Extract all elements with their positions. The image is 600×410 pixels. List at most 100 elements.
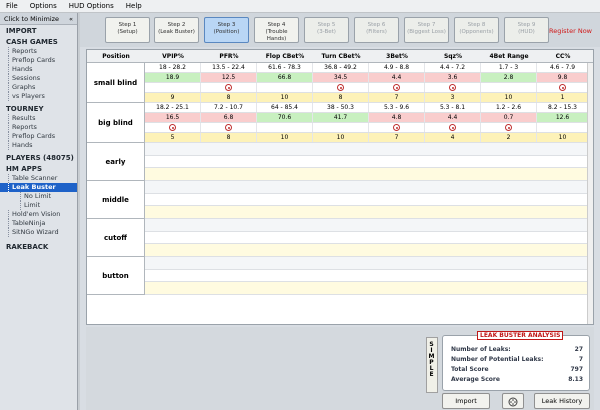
- leak-warning-icon[interactable]: [449, 124, 456, 131]
- step-2-button[interactable]: Step 2 (Leak Buster): [154, 17, 199, 43]
- menu-hud-options[interactable]: HUD Options: [69, 2, 114, 10]
- big-blind-flop-cbet-count: 10: [257, 133, 313, 142]
- big-blind-sqz-value[interactable]: 4.4: [425, 113, 481, 122]
- register-now-link[interactable]: Register Now: [549, 27, 592, 35]
- settings-button[interactable]: [502, 393, 524, 409]
- position-grid: Position VPIP% PFR% Flop CBet% Turn CBet…: [86, 49, 594, 325]
- leak-warning-icon[interactable]: [225, 124, 232, 131]
- small-blind-sqz-value[interactable]: 3.6: [425, 73, 481, 82]
- leak-warning-icon[interactable]: [337, 84, 344, 91]
- col-header-3bet[interactable]: 3Bet%: [369, 50, 425, 63]
- sidebar-item-sitngo-wizard[interactable]: SitNGo Wizard: [0, 228, 77, 237]
- col-header-pfr[interactable]: PFR%: [201, 50, 257, 63]
- big-blind-sqz-range: 5.3 - 8.1: [425, 103, 481, 112]
- leak-warning-icon[interactable]: [393, 124, 400, 131]
- sidebar-rakeback[interactable]: RAKEBACK: [0, 241, 77, 252]
- sidebar-item-tourney-preflop-cards[interactable]: Preflop Cards: [0, 132, 77, 141]
- col-header-position[interactable]: Position: [87, 50, 145, 63]
- sidebar-item-cash-vs-players[interactable]: vs Players: [0, 92, 77, 101]
- small-blind-cc-value[interactable]: 9.8: [537, 73, 589, 82]
- sidebar-item-tableninja[interactable]: TableNinja: [0, 219, 77, 228]
- small-blind-pfr-range: 13.5 - 22.4: [201, 63, 257, 72]
- small-blind-range-row: 18 - 28.2 13.5 - 22.4 61.6 - 78.3 36.8 -…: [145, 63, 593, 73]
- middle-row-1: [145, 181, 593, 194]
- sidebar-players[interactable]: PLAYERS (48075): [0, 152, 77, 163]
- leak-warning-icon[interactable]: [225, 84, 232, 91]
- step-1-button[interactable]: Step 1 (Setup): [105, 17, 150, 43]
- leak-warning-icon[interactable]: [449, 84, 456, 91]
- sidebar-item-cash-graphs[interactable]: Graphs: [0, 83, 77, 92]
- grid-scrollbar[interactable]: [587, 63, 593, 324]
- sidebar-item-cash-hands[interactable]: Hands: [0, 65, 77, 74]
- average-score-value: 8.13: [568, 376, 583, 383]
- early-row-2: [145, 156, 593, 168]
- simple-toggle[interactable]: SIMPLE: [426, 337, 438, 393]
- small-blind-3bet-value[interactable]: 4.4: [369, 73, 425, 82]
- step-8-button[interactable]: Step 8 (Opponents): [454, 17, 499, 43]
- leak-warning-icon[interactable]: [393, 84, 400, 91]
- sidebar-tourney[interactable]: TOURNEY: [0, 103, 77, 114]
- sidebar-item-cash-preflop-cards[interactable]: Preflop Cards: [0, 56, 77, 65]
- sidebar-hm-apps[interactable]: HM APPS: [0, 163, 77, 174]
- import-button[interactable]: Import: [442, 393, 490, 409]
- step-4-button[interactable]: Step 4 (Trouble Hands): [254, 17, 299, 43]
- col-header-flop-cbet[interactable]: Flop CBet%: [257, 50, 313, 63]
- small-blind-4bet-value[interactable]: 2.8: [481, 73, 537, 82]
- sidebar-item-limit[interactable]: Limit: [0, 201, 77, 210]
- step-8-number: Step 8: [467, 22, 486, 28]
- small-blind-flop-cbet-value[interactable]: 66.8: [257, 73, 313, 82]
- big-blind-pfr-count: 8: [201, 133, 257, 142]
- big-blind-turn-cbet-value[interactable]: 41.7: [313, 113, 369, 122]
- sidebar-import[interactable]: IMPORT: [0, 25, 77, 36]
- menu-file[interactable]: File: [6, 2, 18, 10]
- big-blind-flop-cbet-value[interactable]: 70.6: [257, 113, 313, 122]
- col-header-turn-cbet[interactable]: Turn CBet%: [313, 50, 369, 63]
- big-blind-cc-value[interactable]: 12.6: [537, 113, 589, 122]
- menu-help[interactable]: Help: [126, 2, 142, 10]
- leak-buster-analysis-panel: LEAK BUSTER ANALYSIS Number of Leaks: 27 …: [442, 331, 590, 391]
- leak-history-button[interactable]: Leak History: [534, 393, 590, 409]
- big-blind-pfr-value[interactable]: 6.8: [201, 113, 257, 122]
- sidebar-item-holdem-vision[interactable]: Hold'em Vision: [0, 210, 77, 219]
- col-header-sqz[interactable]: Sqz%: [425, 50, 481, 63]
- sidebar-item-tourney-hands[interactable]: Hands: [0, 141, 77, 150]
- button-row-1: [145, 257, 593, 270]
- sidebar-item-no-limit[interactable]: No Limit: [0, 192, 77, 201]
- small-blind-turn-cbet-value[interactable]: 34.5: [313, 73, 369, 82]
- col-header-cc[interactable]: CC%: [537, 50, 589, 63]
- leak-warning-icon[interactable]: [169, 124, 176, 131]
- sidebar-item-leak-buster[interactable]: Leak Buster: [0, 183, 77, 192]
- big-blind-4bet-value[interactable]: 0.7: [481, 113, 537, 122]
- small-blind-pfr-value[interactable]: 12.5: [201, 73, 257, 82]
- big-blind-range-row: 18.2 - 25.1 7.2 - 10.7 64 - 85.4 38 - 50…: [145, 103, 593, 113]
- small-blind-vpip-value[interactable]: 18.9: [145, 73, 201, 82]
- step-6-button[interactable]: Step 6 (Filters): [354, 17, 399, 43]
- col-header-4bet-range[interactable]: 4Bet Range: [481, 50, 537, 63]
- leak-warning-icon[interactable]: [559, 84, 566, 91]
- step-6-number: Step 6: [367, 22, 386, 28]
- minimize-bar[interactable]: Click to Minimize «: [0, 13, 77, 25]
- middle-row-2: [145, 194, 593, 206]
- col-header-vpip[interactable]: VPIP%: [145, 50, 201, 63]
- sidebar-item-table-scanner[interactable]: Table Scanner: [0, 174, 77, 183]
- chevron-left-icon[interactable]: «: [69, 15, 73, 23]
- sidebar-item-tourney-reports[interactable]: Reports: [0, 123, 77, 132]
- row-label-early: early: [87, 143, 145, 181]
- sidebar-item-cash-reports[interactable]: Reports: [0, 47, 77, 56]
- big-blind-3bet-value[interactable]: 4.8: [369, 113, 425, 122]
- step-7-button[interactable]: Step 7 (Biggest Loss): [404, 17, 449, 43]
- big-blind-vpip-value[interactable]: 16.5: [145, 113, 201, 122]
- menu-options[interactable]: Options: [30, 2, 57, 10]
- step-3-button[interactable]: Step 3 (Position): [204, 17, 249, 43]
- step-5-button[interactable]: Step 5 (3-Bet): [304, 17, 349, 43]
- big-blind-3bet-range: 5.3 - 9.6: [369, 103, 425, 112]
- potential-leaks-label: Number of Potential Leaks:: [451, 356, 544, 363]
- step-9-button[interactable]: Step 9 (HUD): [504, 17, 549, 43]
- leak-warning-icon[interactable]: [505, 124, 512, 131]
- sidebar-item-cash-sessions[interactable]: Sessions: [0, 74, 77, 83]
- potential-leaks-row: Number of Potential Leaks: 7: [451, 356, 583, 363]
- sidebar-cash-games[interactable]: CASH GAMES: [0, 36, 77, 47]
- small-blind-flop-cbet-count: 10: [257, 93, 313, 102]
- sidebar-item-tourney-results[interactable]: Results: [0, 114, 77, 123]
- step-bar: Step 1 (Setup) Step 2 (Leak Buster) Step 3…: [80, 13, 600, 47]
